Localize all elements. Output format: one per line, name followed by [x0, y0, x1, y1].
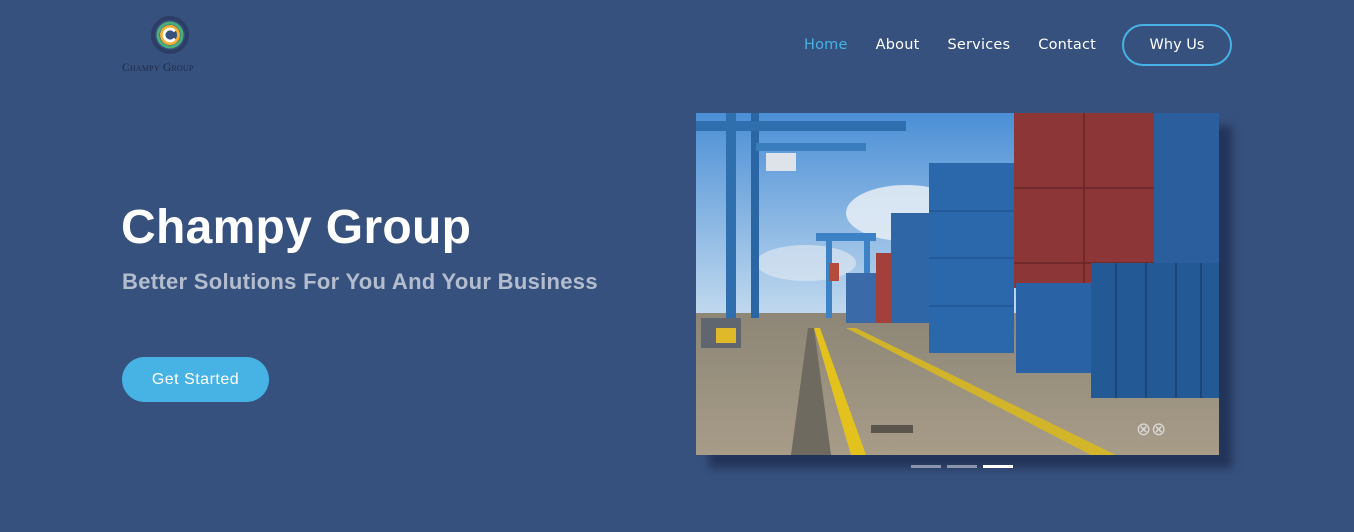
- slider-pagination: [911, 465, 1019, 468]
- nav-item-home[interactable]: Home: [804, 37, 848, 53]
- get-started-button[interactable]: Get Started: [122, 357, 269, 402]
- slider-dot-1[interactable]: [911, 465, 941, 468]
- main-nav: Home About Services Contact: [790, 24, 1110, 66]
- brand-logo[interactable]: Champy Group: [122, 14, 222, 78]
- nav-item-services[interactable]: Services: [948, 37, 1011, 53]
- nav-item-about[interactable]: About: [876, 37, 920, 53]
- c-ring-logo-icon: [151, 16, 189, 54]
- svg-text:⊗⊗: ⊗⊗: [1136, 419, 1166, 440]
- nav-item-contact[interactable]: Contact: [1038, 37, 1096, 53]
- brand-name: Champy Group: [122, 62, 194, 74]
- slider-dot-3[interactable]: [983, 465, 1013, 468]
- slider-dot-2[interactable]: [947, 465, 977, 468]
- hero-subtitle: Better Solutions For You And Your Busine…: [122, 269, 598, 294]
- hero-slide-image: ⊗⊗: [696, 113, 1219, 455]
- container-port-illustration: ⊗⊗: [696, 113, 1219, 455]
- why-us-button[interactable]: Why Us: [1122, 24, 1232, 66]
- hero-title: Champy Group: [121, 201, 472, 254]
